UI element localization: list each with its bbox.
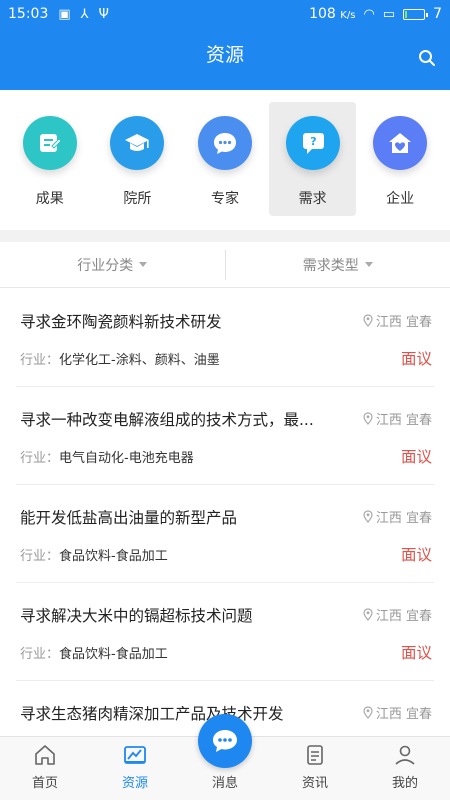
item-title: 寻求一种改变电解液组成的技术方式，最... [20,411,314,429]
page-title: 资源 [205,44,244,66]
category-enterprises[interactable]: 企业 [356,102,444,216]
category-label: 成果 [35,191,64,207]
dropdown-arrow-icon [139,262,148,267]
item-industry: 行业：化学化工-涂料、颜料、油墨 [20,353,220,368]
search-button[interactable] [416,47,438,69]
category-demands[interactable]: ? 需求 [268,102,357,216]
industry-filter-label: 行业分类 [77,257,134,274]
nav-news[interactable]: 资讯 [270,737,360,800]
item-location: 江西 宜春 [363,605,432,624]
transfer-icon: ⅄ [80,6,89,22]
question-chat-icon: ? [285,116,340,170]
network-speed: 108 K/s [309,6,356,22]
location-pin-icon [363,412,373,425]
message-center-button[interactable] [198,714,252,768]
battery-icon [403,8,429,20]
image-notification-icon: ▣ [58,6,71,22]
demand-list: 寻求金环陶瓷颜料新技术研发 江西 宜春 行业：化学化工-涂料、颜料、油墨 面议 … [0,289,450,779]
item-title: 寻求金环陶瓷颜料新技术研发 [20,313,222,331]
usb-icon: Ψ [98,6,109,22]
item-title: 寻求生态猪肉精深加工产品及技术开发 [20,705,284,723]
list-item[interactable]: 寻求金环陶瓷颜料新技术研发 江西 宜春 行业：化学化工-涂料、颜料、油墨 面议 [16,289,434,387]
item-location: 江西 宜春 [363,703,432,722]
item-title: 能开发低盐高出油量的新型产品 [20,509,238,527]
category-experts[interactable]: 专家 [181,102,269,216]
item-location: 江西 宜春 [363,311,432,330]
industry-filter-dropdown[interactable]: 行业分类 [0,242,225,287]
user-icon [395,745,415,765]
wifi-icon: ◠ [363,6,375,22]
item-price: 面议 [400,546,432,564]
category-label: 企业 [386,191,415,207]
edit-document-icon [22,116,77,170]
list-item[interactable]: 寻求一种改变电解液组成的技术方式，最... 江西 宜春 行业：电气自动化-电池充… [16,387,434,485]
message-icon [213,730,237,752]
graduation-cap-icon [110,116,165,170]
screen-icon: ▭ [382,6,396,22]
item-industry: 行业：食品饮料-食品加工 [20,647,168,662]
list-item[interactable]: 能开发低盐高出油量的新型产品 江西 宜春 行业：食品饮料-食品加工 面议 [16,485,434,583]
location-pin-icon [363,510,373,523]
location-pin-icon [363,706,373,719]
category-achievements[interactable]: 成果 [6,102,94,216]
demand-type-filter-label: 需求类型 [302,257,359,274]
category-label: 专家 [210,191,239,207]
category-institutes[interactable]: 院所 [94,102,182,216]
house-heart-icon [373,116,428,170]
item-price: 面议 [400,350,432,368]
category-row: 成果 院所 专家 ? 需求 企业 [0,90,450,230]
item-price: 面议 [400,644,432,662]
battery-level: 7 [433,6,442,22]
item-industry: 行业：电气自动化-电池充电器 [20,451,194,466]
filter-bar: 行业分类 需求类型 [0,242,450,288]
category-label: 需求 [298,191,327,207]
search-icon [419,50,435,66]
item-industry: 行业：食品饮料-食品加工 [20,549,168,564]
location-pin-icon [363,608,373,621]
resource-chart-icon [124,746,146,764]
demand-type-filter-dropdown[interactable]: 需求类型 [226,242,450,287]
location-pin-icon [363,314,373,327]
item-location: 江西 宜春 [363,507,432,526]
nav-resources[interactable]: 资源 [90,737,180,800]
status-time: 15:03 [8,6,49,22]
svg-text:?: ? [310,135,316,148]
section-divider [0,230,450,242]
category-label: 院所 [123,191,152,207]
nav-profile[interactable]: 我的 [360,737,450,800]
item-location: 江西 宜春 [363,409,432,428]
item-title: 寻求解决大米中的镉超标技术问题 [20,607,253,625]
dropdown-arrow-icon [364,262,373,267]
nav-home[interactable]: 首页 [0,737,90,800]
item-price: 面议 [400,448,432,466]
list-item[interactable]: 寻求解决大米中的镉超标技术问题 江西 宜春 行业：食品饮料-食品加工 面议 [16,583,434,681]
news-icon [307,745,323,765]
chat-bubble-icon [197,116,252,170]
home-icon [35,745,55,765]
app-header: 15:03 ▣ ⅄ Ψ 108 K/s ◠ ▭ 7 资源 [0,0,450,90]
status-bar: 15:03 ▣ ⅄ Ψ 108 K/s ◠ ▭ 7 [0,0,450,28]
